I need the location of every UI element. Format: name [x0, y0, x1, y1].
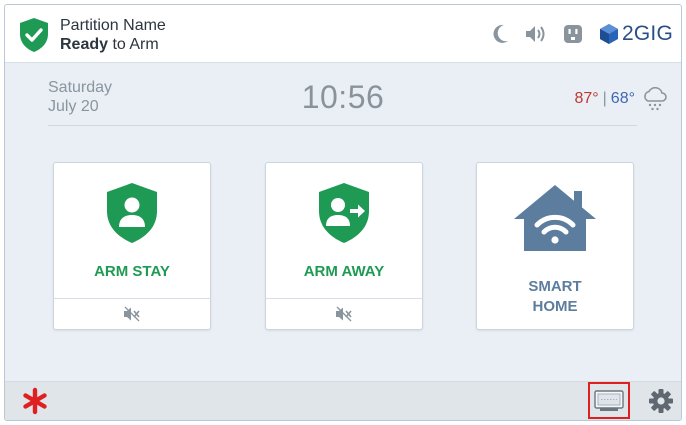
info-divider [48, 125, 637, 126]
header-bar: Partition Name Ready to Arm 2GIG [5, 5, 681, 63]
speaker-icon[interactable] [525, 24, 547, 44]
arm-stay-silent-toggle[interactable] [54, 298, 210, 329]
panel-frame: Partition Name Ready to Arm 2GIG Saturda… [4, 4, 682, 421]
arm-away-silent-toggle[interactable] [266, 298, 422, 329]
temp-separator: | [602, 90, 607, 107]
person-leave-shield-icon [319, 183, 369, 243]
partition-name: Partition Name [60, 17, 166, 34]
arm-away-label: ARM AWAY [303, 263, 385, 280]
temp-low: 68° [610, 90, 635, 107]
cube-icon [600, 24, 619, 44]
outlet-icon[interactable] [563, 24, 583, 44]
arm-away-button[interactable]: ARM AWAY [265, 162, 423, 330]
mute-icon [336, 306, 352, 322]
weather-temps[interactable]: 87° | 68° [574, 90, 635, 108]
footer-bar [5, 381, 681, 420]
keypad-button[interactable] [588, 382, 630, 419]
moon-icon[interactable] [493, 24, 509, 44]
brand-logo: 2GIG [599, 22, 673, 46]
asterisk-icon[interactable] [22, 386, 48, 416]
smart-home-label-line1: SMART [528, 278, 582, 295]
shield-check-icon[interactable] [18, 17, 50, 53]
smart-home-wifi-icon [514, 185, 596, 251]
smart-home-label-line2: HOME [532, 298, 578, 315]
mute-icon [124, 306, 140, 322]
arm-status-text: Ready to Arm [60, 36, 159, 53]
keypad-screen-icon [594, 389, 624, 411]
smart-home-button[interactable]: SMART HOME [476, 162, 634, 330]
brand-text: 2GIG [622, 22, 673, 45]
person-shield-icon [107, 183, 157, 243]
snow-cloud-icon[interactable] [642, 86, 668, 116]
arm-stay-label: ARM STAY [94, 263, 170, 280]
partition-status[interactable]: Partition Name Ready to Arm [60, 16, 166, 54]
temp-high: 87° [574, 90, 599, 107]
arm-stay-button[interactable]: ARM STAY [53, 162, 211, 330]
gear-icon[interactable] [648, 388, 674, 419]
